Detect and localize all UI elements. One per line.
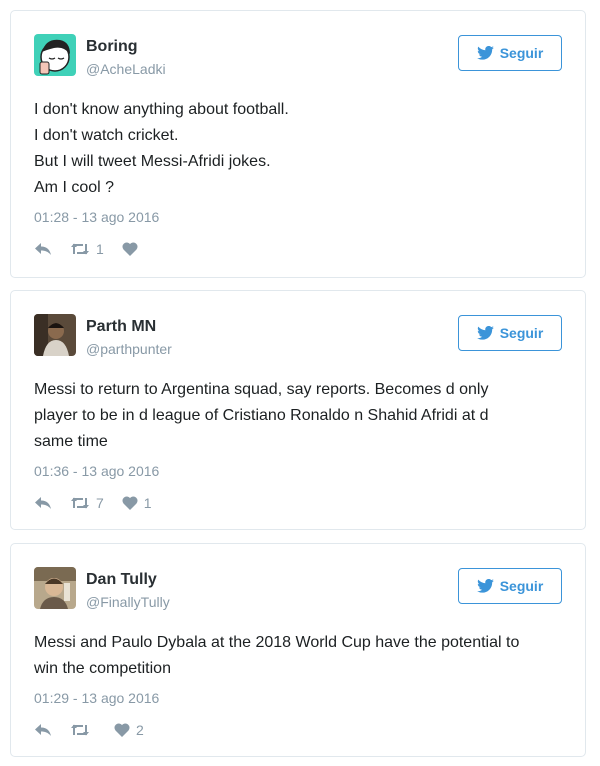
reply-icon (35, 497, 51, 509)
heart-icon (122, 496, 138, 510)
follow-button[interactable]: Seguir (458, 315, 562, 351)
bird-icon (476, 46, 494, 60)
retweet-icon (71, 724, 89, 736)
timestamp[interactable]: 01:29 - 13 ago 2016 (34, 690, 159, 706)
retweet-icon (71, 497, 89, 509)
reply-icon (35, 243, 51, 255)
tweet-line: same time (34, 433, 108, 450)
reply-button[interactable] (34, 496, 52, 510)
tweet-actions: 1 (34, 239, 162, 259)
tweet-line: Messi and Paulo Dybala at the 2018 World… (34, 634, 520, 651)
tweet-actions: 7 1 (34, 493, 170, 513)
retweet-icon (71, 243, 89, 255)
author-name[interactable]: Boring (86, 38, 138, 56)
retweet-count: 1 (96, 241, 104, 257)
tweet-actions: 2 (34, 720, 162, 740)
timestamp[interactable]: 01:36 - 13 ago 2016 (34, 463, 159, 479)
heart-icon (122, 242, 138, 256)
retweet-button[interactable]: 7 (70, 495, 104, 511)
tweet-line: win the competition (34, 660, 171, 677)
tweet-line: I don't know anything about football. (34, 101, 289, 118)
reply-icon (35, 724, 51, 736)
bird-icon (476, 326, 494, 340)
follow-label: Seguir (499, 45, 544, 61)
like-count: 2 (136, 722, 144, 738)
follow-button[interactable]: Seguir (458, 568, 562, 604)
bird-icon (476, 579, 494, 593)
tweet-card: Parth MN @parthpunter Seguir Messi to re… (10, 290, 586, 530)
avatar[interactable] (34, 34, 76, 76)
tweet-text: Messi to return to Argentina squad, say … (34, 377, 565, 455)
avatar[interactable] (34, 314, 76, 356)
like-button[interactable]: 2 (114, 722, 144, 738)
timestamp[interactable]: 01:28 - 13 ago 2016 (34, 209, 159, 225)
like-button[interactable] (122, 242, 144, 256)
author-name[interactable]: Parth MN (86, 318, 156, 336)
tweet-text: I don't know anything about football. I … (34, 97, 565, 201)
tweet-line: player to be in d league of Cristiano Ro… (34, 407, 489, 424)
follow-label: Seguir (499, 325, 544, 341)
author-name[interactable]: Dan Tully (86, 571, 157, 589)
retweet-count: 7 (96, 495, 104, 511)
tweet-card: Boring @AcheLadki Seguir I don't know an… (10, 10, 586, 278)
author-handle[interactable]: @AcheLadki (86, 61, 166, 77)
avatar[interactable] (34, 567, 76, 609)
tweet-card: Dan Tully @FinallyTully Seguir Messi and… (10, 543, 586, 757)
tweet-text: Messi and Paulo Dybala at the 2018 World… (34, 630, 565, 682)
follow-label: Seguir (499, 578, 544, 594)
retweet-button[interactable] (70, 723, 96, 737)
tweet-line: Messi to return to Argentina squad, say … (34, 381, 489, 398)
like-count: 1 (143, 495, 152, 511)
tweet-line: I don't watch cricket. (34, 127, 179, 144)
like-button[interactable]: 1 (122, 495, 152, 511)
retweet-button[interactable]: 1 (70, 241, 104, 257)
heart-icon (114, 723, 130, 737)
author-handle[interactable]: @parthpunter (86, 341, 172, 357)
tweet-line: Am I cool ? (34, 179, 115, 196)
author-handle[interactable]: @FinallyTully (86, 594, 170, 610)
follow-button[interactable]: Seguir (458, 35, 562, 71)
tweet-line: But I will tweet Messi-Afridi jokes. (34, 153, 271, 170)
reply-button[interactable] (34, 242, 52, 256)
reply-button[interactable] (34, 723, 52, 737)
